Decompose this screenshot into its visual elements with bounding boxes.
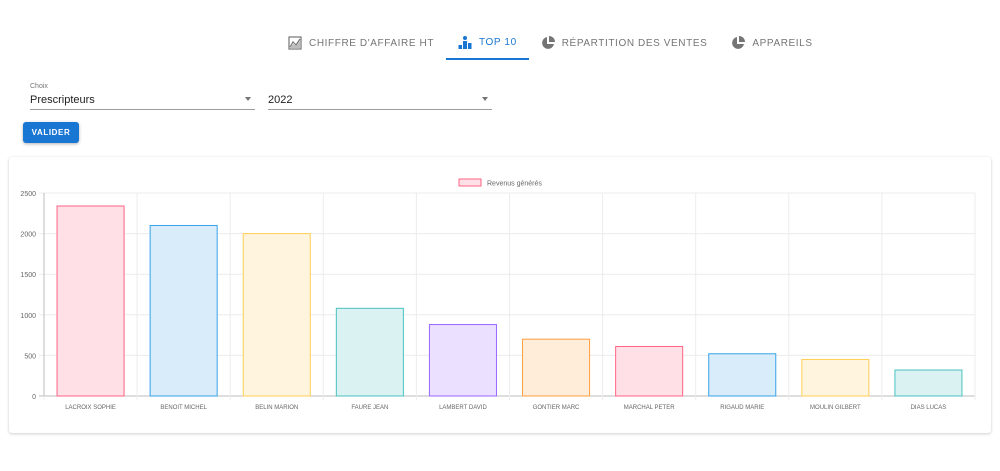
bar [56, 205, 125, 397]
tab-label: TOP 10 [479, 36, 517, 48]
dropdown-arrow-icon [482, 97, 488, 101]
x-tick-label: LAMBERT DAVID [439, 405, 487, 411]
podium-icon [458, 35, 472, 49]
x-tick-label: BELIN MARION [255, 405, 298, 411]
year-select[interactable]: 2022 [268, 83, 492, 110]
bar [615, 345, 684, 397]
pie-chart-icon [541, 36, 555, 50]
tab-appareils[interactable]: APPAREILS [719, 26, 824, 60]
bar [242, 233, 311, 397]
x-tick-label: RIGAUD MARIE [720, 405, 764, 411]
dropdown-arrow-icon [245, 97, 251, 101]
y-tick-label: 2500 [20, 191, 36, 198]
bar [335, 307, 404, 397]
x-tick-label: DIAS LUCAS [911, 405, 947, 411]
tab-top-10[interactable]: TOP 10 [446, 26, 529, 60]
bar-chart: 0 500 1000 1500 2000 2500 LACROIX SOPHIE BENOIT… [20, 178, 976, 411]
y-tick-label: 2000 [20, 232, 36, 239]
tab-label: CHIFFRE D'AFFAIRE HT [309, 37, 435, 49]
x-tick-label: BENOIT MICHEL [160, 405, 207, 411]
legend-swatch [458, 178, 482, 187]
y-tick-label: 0 [32, 394, 36, 401]
bar [149, 224, 218, 397]
field-underline [268, 109, 492, 110]
chart-card: 0 500 1000 1500 2000 2500 LACROIX SOPHIE BENOIT… [9, 157, 991, 433]
year-value: 2022 [268, 94, 293, 106]
x-tick-label: LACROIX SOPHIE [65, 405, 116, 411]
bar [894, 369, 963, 397]
pie-chart-icon [731, 36, 746, 50]
tab-label: RÉPARTITION DES VENTES [561, 37, 708, 49]
x-tick-label: MARCHAL PETER [624, 405, 675, 411]
tab-chiffre-affaire[interactable]: CHIFFRE D'AFFAIRE HT [276, 26, 446, 60]
tab-label: APPAREILS [752, 37, 813, 49]
choice-select[interactable]: Choix Prescripteurs [30, 83, 255, 110]
field-underline [30, 109, 255, 110]
legend-label: Revenus générés [487, 181, 542, 188]
x-tick-label: FAURE JEAN [351, 405, 388, 411]
bar [522, 338, 591, 397]
x-tick-label: GONTIER MARC [533, 405, 580, 411]
area-chart-icon [288, 36, 302, 50]
x-tick-label: MOULIN GILBERT [810, 405, 861, 411]
choice-label: Choix [30, 83, 48, 90]
y-tick-label: 500 [24, 353, 36, 360]
tab-bar: CHIFFRE D'AFFAIRE HT TOP 10 RÉPARTITION … [276, 26, 825, 60]
tab-repartition-ventes[interactable]: RÉPARTITION DES VENTES [529, 26, 720, 60]
bar [801, 358, 870, 397]
bar [428, 324, 497, 397]
choice-value: Prescripteurs [30, 94, 95, 106]
bar [708, 353, 777, 397]
y-tick-label: 1000 [20, 313, 36, 320]
submit-button[interactable]: VALIDER [23, 122, 79, 143]
y-tick-label: 1500 [20, 272, 36, 279]
